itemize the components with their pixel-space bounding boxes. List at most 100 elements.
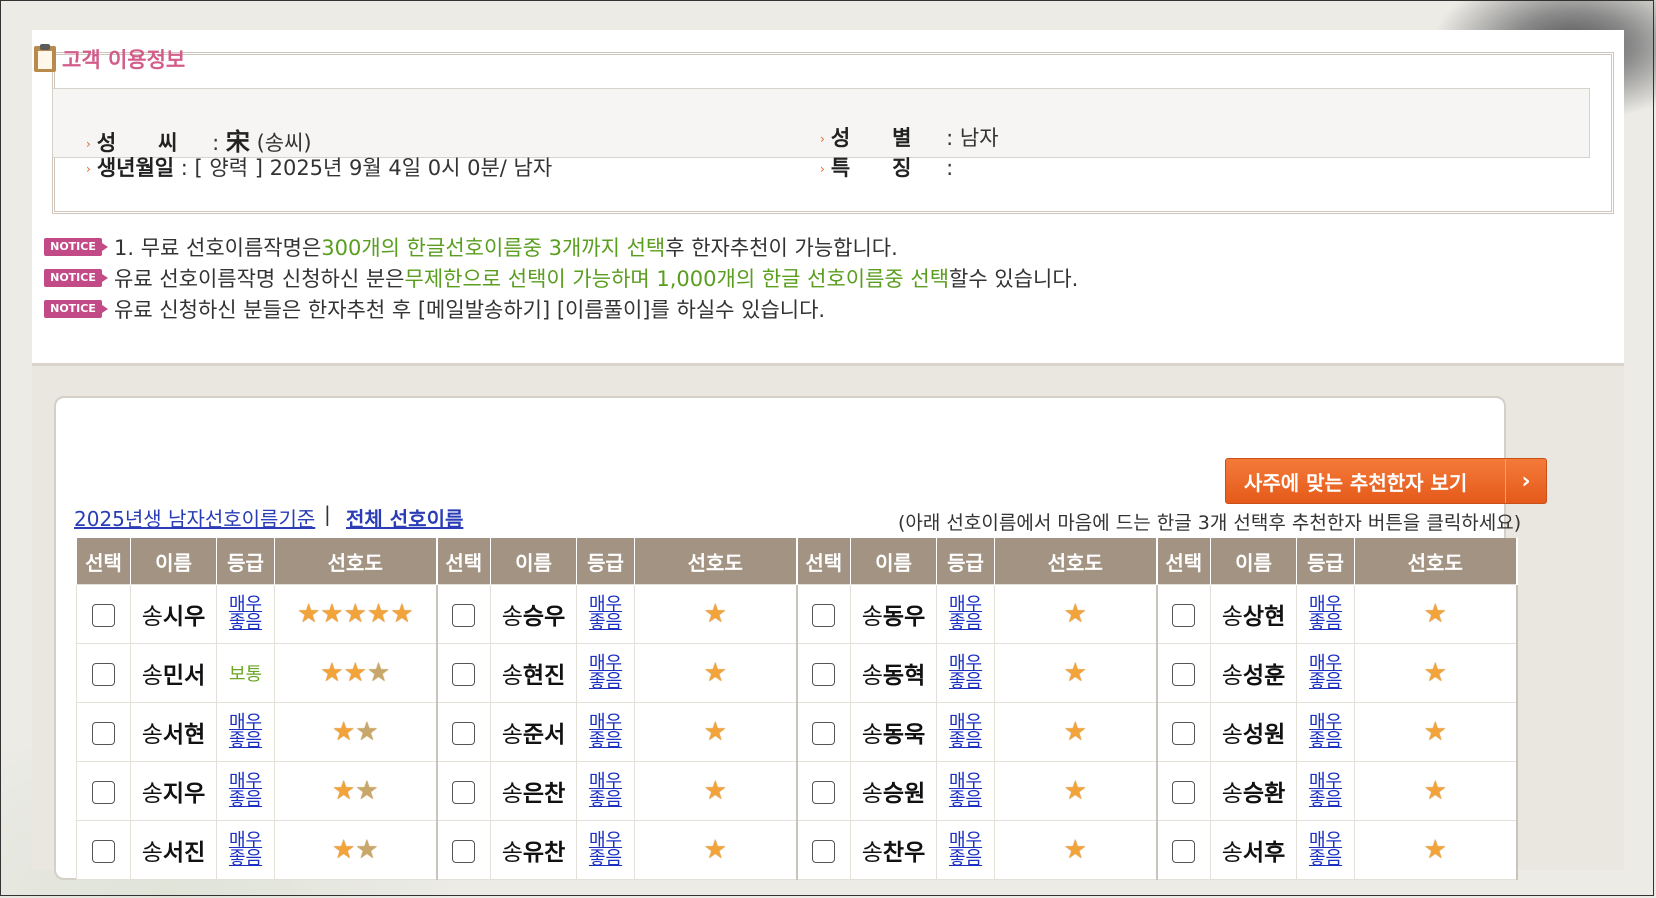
- notice-1: NOTICE 1. 무료 선호이름작명은 300개의 한글선호이름중 3개까지 …: [44, 232, 898, 262]
- name-checkbox[interactable]: [812, 839, 836, 863]
- name-checkbox[interactable]: [452, 603, 476, 627]
- name-surname: 송: [501, 722, 523, 748]
- grade-label[interactable]: 매우 좋음: [1309, 831, 1342, 868]
- grade-label[interactable]: 매우 좋음: [229, 772, 262, 809]
- select-cell: [76, 820, 131, 880]
- star-icon: ★: [390, 599, 414, 629]
- select-cell: [796, 584, 851, 644]
- recommend-hanja-button[interactable]: 사주에 맞는 추천한자 보기 ›: [1225, 458, 1547, 504]
- grade-label[interactable]: 매우 좋음: [1309, 772, 1342, 809]
- column-header-grade: 등급: [936, 538, 995, 585]
- grade-cell: 매우 좋음: [1296, 643, 1355, 703]
- name-checkbox[interactable]: [1172, 721, 1196, 745]
- star-icon: ★: [1063, 658, 1087, 688]
- name-checkbox[interactable]: [92, 603, 115, 627]
- select-cell: [1156, 761, 1211, 821]
- name-surname: 송: [861, 781, 883, 807]
- name-checkbox[interactable]: [812, 603, 836, 627]
- select-cell: [796, 820, 851, 880]
- grade-label[interactable]: 매우 좋음: [949, 831, 982, 868]
- grade-label[interactable]: 보통: [229, 666, 262, 684]
- name-checkbox[interactable]: [92, 780, 115, 804]
- column-header-name: 이름: [1210, 538, 1297, 585]
- name-checkbox[interactable]: [92, 721, 115, 745]
- name-checkbox[interactable]: [1172, 603, 1196, 627]
- star-icon: ★: [1063, 599, 1087, 629]
- grade-label[interactable]: 매우 좋음: [1309, 713, 1342, 750]
- notice-1-tail: 후 한자추천이 가능합니다.: [665, 236, 898, 260]
- column-header-name: 이름: [130, 538, 217, 585]
- full-name: 송서후: [1222, 840, 1286, 866]
- table-row: 송민서 보통 ★★★ 송현진 매우 좋음 ★ 송동혁 매우 좋음 ★ 송성훈 매우 좋음 ★: [76, 643, 1518, 703]
- birth-label: 생년월일: [96, 156, 175, 180]
- select-cell: [76, 761, 131, 821]
- name-table: 선택 이름 등급 선호도 선택 이름 등급 선호도 선택 이름 등급 선호도 선택 이름 등급 선호도 송시우…: [76, 538, 1518, 880]
- name-cell: 송은찬: [490, 761, 577, 821]
- name-given: 준서: [522, 722, 566, 748]
- name-checkbox[interactable]: [452, 721, 476, 745]
- star-icon: ★: [366, 599, 391, 629]
- select-cell: [796, 702, 851, 762]
- notice-2: NOTICE 유료 선호이름작명 신청하신 분은 무제한으로 선택이 가능하며 1…: [44, 263, 1078, 293]
- name-checkbox[interactable]: [92, 839, 115, 863]
- tab-2025-male-names[interactable]: 2025년생 남자선호이름기준: [74, 503, 315, 532]
- table-row: 송지우 매우 좋음 ★★ 송은찬 매우 좋음 ★ 송승원 매우 좋음 ★ 송승환 매우 좋음 ★: [76, 761, 1518, 821]
- tab-all-names[interactable]: 전체 선호이름: [346, 503, 463, 532]
- name-surname: 송: [1221, 604, 1243, 630]
- grade-label[interactable]: 매우 좋음: [229, 595, 262, 632]
- full-name: 송성원: [1222, 722, 1286, 748]
- name-cell: 송준서: [490, 702, 577, 762]
- select-cell: [436, 584, 491, 644]
- grade-label[interactable]: 매우 좋음: [589, 772, 622, 809]
- name-checkbox[interactable]: [812, 662, 836, 686]
- grade-cell: 매우 좋음: [576, 584, 635, 644]
- name-cell: 송서후: [1210, 820, 1297, 880]
- grade-label[interactable]: 매우 좋음: [589, 713, 622, 750]
- grade-label[interactable]: 매우 좋음: [229, 831, 262, 868]
- name-checkbox[interactable]: [1172, 780, 1196, 804]
- name-checkbox[interactable]: [1172, 839, 1196, 863]
- selection-hint: (아래 선호이름에서 마음에 드는 한글 3개 선택후 추천한자 버튼을 클릭하…: [898, 512, 1522, 534]
- grade-cell: 매우 좋음: [1296, 702, 1355, 762]
- grade-label[interactable]: 매우 좋음: [589, 831, 622, 868]
- name-surname: 송: [141, 781, 163, 807]
- column-header-name: 이름: [490, 538, 577, 585]
- star-icon: ★: [703, 658, 727, 688]
- name-checkbox[interactable]: [452, 780, 476, 804]
- name-checkbox[interactable]: [452, 662, 476, 686]
- grade-label[interactable]: 매우 좋음: [229, 713, 262, 750]
- name-surname: 송: [861, 604, 883, 630]
- name-checkbox[interactable]: [812, 721, 836, 745]
- name-checkbox[interactable]: [92, 662, 115, 686]
- name-checkbox[interactable]: [1172, 662, 1196, 686]
- select-cell: [436, 643, 491, 703]
- column-header-preference: 선호도: [994, 538, 1158, 585]
- recommend-hanja-button-label: 사주에 맞는 추천한자 보기: [1244, 470, 1468, 495]
- grade-label[interactable]: 매우 좋음: [949, 595, 982, 632]
- grade-label[interactable]: 매우 좋음: [949, 654, 982, 691]
- star-icon: ★: [1423, 776, 1447, 806]
- name-given: 유찬: [522, 840, 566, 866]
- preference-cell: ★: [1354, 584, 1518, 644]
- name-checkbox[interactable]: [812, 780, 836, 804]
- grade-cell: 매우 좋음: [1296, 820, 1355, 880]
- full-name: 송성훈: [1222, 663, 1286, 689]
- grade-label[interactable]: 매우 좋음: [1309, 654, 1342, 691]
- name-surname: 송: [141, 840, 163, 866]
- name-checkbox[interactable]: [452, 839, 476, 863]
- grade-label[interactable]: 매우 좋음: [949, 713, 982, 750]
- name-given: 승우: [522, 604, 566, 630]
- select-cell: [436, 761, 491, 821]
- grade-label[interactable]: 매우 좋음: [589, 654, 622, 691]
- grade-label[interactable]: 매우 좋음: [589, 595, 622, 632]
- grade-cell: 매우 좋음: [576, 761, 635, 821]
- grade-label[interactable]: 매우 좋음: [949, 772, 982, 809]
- select-cell: [436, 820, 491, 880]
- name-cell: 송승원: [850, 761, 937, 821]
- grade-label[interactable]: 매우 좋음: [1309, 595, 1342, 632]
- name-cell: 송현진: [490, 643, 577, 703]
- star-icon: ★: [331, 835, 356, 865]
- preference-cell: ★★★: [274, 643, 438, 703]
- full-name: 송승환: [1222, 781, 1286, 807]
- name-cell: 송민서: [130, 643, 217, 703]
